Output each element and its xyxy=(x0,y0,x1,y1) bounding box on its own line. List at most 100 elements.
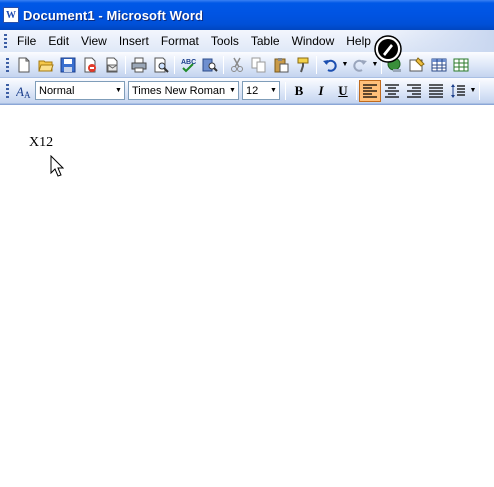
save-button[interactable] xyxy=(57,54,79,76)
cut-button[interactable] xyxy=(226,54,248,76)
insert-excel-icon xyxy=(453,58,469,71)
permission-button[interactable] xyxy=(79,54,101,76)
tables-borders-icon xyxy=(409,56,425,71)
menu-view[interactable]: View xyxy=(75,32,113,50)
open-button[interactable] xyxy=(35,54,57,76)
toolbar-separator xyxy=(356,81,357,100)
insert-table-button[interactable] xyxy=(428,54,450,76)
menu-format[interactable]: Format xyxy=(155,32,205,50)
svg-text:A: A xyxy=(24,90,31,99)
font-value: Times New Roman xyxy=(132,84,226,97)
menu-tools-label: Tools xyxy=(210,34,239,48)
font-combobox[interactable]: Times New Roman ▼ xyxy=(128,81,239,100)
style-combobox[interactable]: Normal ▼ xyxy=(35,81,125,100)
line-spacing-icon xyxy=(451,83,465,98)
menu-help[interactable]: Help xyxy=(340,32,377,50)
open-icon xyxy=(38,60,54,71)
toolbar-grip-handle[interactable] xyxy=(6,57,9,72)
research-button[interactable] xyxy=(199,54,221,76)
format-painter-button[interactable] xyxy=(292,54,314,76)
email-button[interactable] xyxy=(101,54,123,76)
bold-button[interactable]: B xyxy=(288,80,310,102)
svg-text:A: A xyxy=(16,84,24,99)
menu-window[interactable]: Window xyxy=(286,32,341,50)
undo-dropdown[interactable]: ▼ xyxy=(341,54,349,76)
justify-button[interactable] xyxy=(425,80,447,102)
document-text[interactable]: X12 xyxy=(29,135,53,151)
align-left-button[interactable] xyxy=(359,79,381,102)
paste-icon xyxy=(274,57,289,72)
save-icon xyxy=(60,57,76,72)
justify-icon xyxy=(429,83,443,98)
toolbar-separator xyxy=(223,55,224,74)
print-preview-button[interactable] xyxy=(150,54,172,76)
chevron-down-icon[interactable]: ▼ xyxy=(113,82,124,99)
insert-table-icon xyxy=(431,58,447,71)
svg-text:ABC: ABC xyxy=(181,59,196,66)
toolbar-separator xyxy=(285,81,286,100)
undo-icon xyxy=(323,59,337,72)
font-size-value: 12 xyxy=(246,84,259,97)
permission-icon xyxy=(84,57,96,72)
menu-insert[interactable]: Insert xyxy=(113,32,155,50)
standard-toolbar: ABC ▼ ▼ xyxy=(0,52,494,78)
align-center-button[interactable] xyxy=(381,80,403,102)
print-icon xyxy=(131,57,147,72)
print-preview-icon xyxy=(154,57,169,73)
print-button[interactable] xyxy=(128,54,150,76)
toolbar-separator xyxy=(316,55,317,74)
email-icon xyxy=(106,57,118,72)
menu-edit-label: Edit xyxy=(48,34,70,48)
styles-formatting-icon: AA xyxy=(16,84,31,99)
paste-button[interactable] xyxy=(270,54,292,76)
menu-file-label: File xyxy=(17,34,37,48)
new-button[interactable] xyxy=(13,54,35,76)
menu-view-label: View xyxy=(81,34,107,48)
redo-button[interactable] xyxy=(349,54,371,76)
align-right-icon xyxy=(407,83,421,98)
spelling-button[interactable]: ABC xyxy=(177,54,199,76)
menu-edit[interactable]: Edit xyxy=(42,32,75,50)
line-spacing-dropdown[interactable]: ▼ xyxy=(469,80,477,102)
format-painter-icon xyxy=(297,57,309,72)
window-title: Document1 - Microsoft Word xyxy=(23,7,204,23)
toolbar-separator xyxy=(174,55,175,74)
word-doc-icon[interactable]: W xyxy=(3,7,19,23)
menu-format-label: Format xyxy=(160,34,199,48)
toolbar-separator xyxy=(125,55,126,74)
undo-button[interactable] xyxy=(319,54,341,76)
menu-bar: File Edit View Insert Format Tools Table… xyxy=(0,30,494,52)
cut-icon xyxy=(231,57,243,72)
styles-formatting-button[interactable]: AA xyxy=(13,80,35,102)
chevron-down-icon[interactable]: ▼ xyxy=(268,82,279,99)
title-bar[interactable]: W Document1 - Microsoft Word xyxy=(0,0,494,30)
copy-button[interactable] xyxy=(248,54,270,76)
tables-borders-button[interactable] xyxy=(406,54,428,76)
spelling-icon: ABC xyxy=(181,59,196,72)
menu-table[interactable]: Table xyxy=(245,32,286,50)
toolbar-separator xyxy=(479,81,480,100)
align-left-icon xyxy=(363,83,377,98)
menu-insert-label: Insert xyxy=(118,34,149,48)
underline-button[interactable]: U xyxy=(332,80,354,102)
menu-tools[interactable]: Tools xyxy=(205,32,245,50)
font-size-combobox[interactable]: 12 ▼ xyxy=(242,81,280,100)
style-value: Normal xyxy=(39,84,75,97)
menu-window-label: Window xyxy=(291,34,335,48)
document-area[interactable]: X12 xyxy=(0,104,494,487)
insert-excel-button[interactable] xyxy=(450,54,472,76)
toolbar-grip-handle[interactable] xyxy=(6,83,9,98)
menu-file[interactable]: File xyxy=(11,32,42,50)
busy-cursor-icon xyxy=(374,35,402,63)
align-right-button[interactable] xyxy=(403,80,425,102)
menu-table-label: Table xyxy=(250,34,280,48)
italic-button[interactable]: I xyxy=(310,80,332,102)
line-spacing-button[interactable] xyxy=(447,80,469,102)
formatting-toolbar: AA Normal ▼ Times New Roman ▼ 12 ▼ B I U… xyxy=(0,78,494,104)
copy-icon xyxy=(251,57,266,72)
mouse-pointer-icon xyxy=(50,155,64,177)
menu-grip-handle[interactable] xyxy=(4,34,7,48)
chevron-down-icon[interactable]: ▼ xyxy=(227,82,238,99)
redo-icon xyxy=(353,59,367,72)
menu-help-label: Help xyxy=(346,34,371,48)
